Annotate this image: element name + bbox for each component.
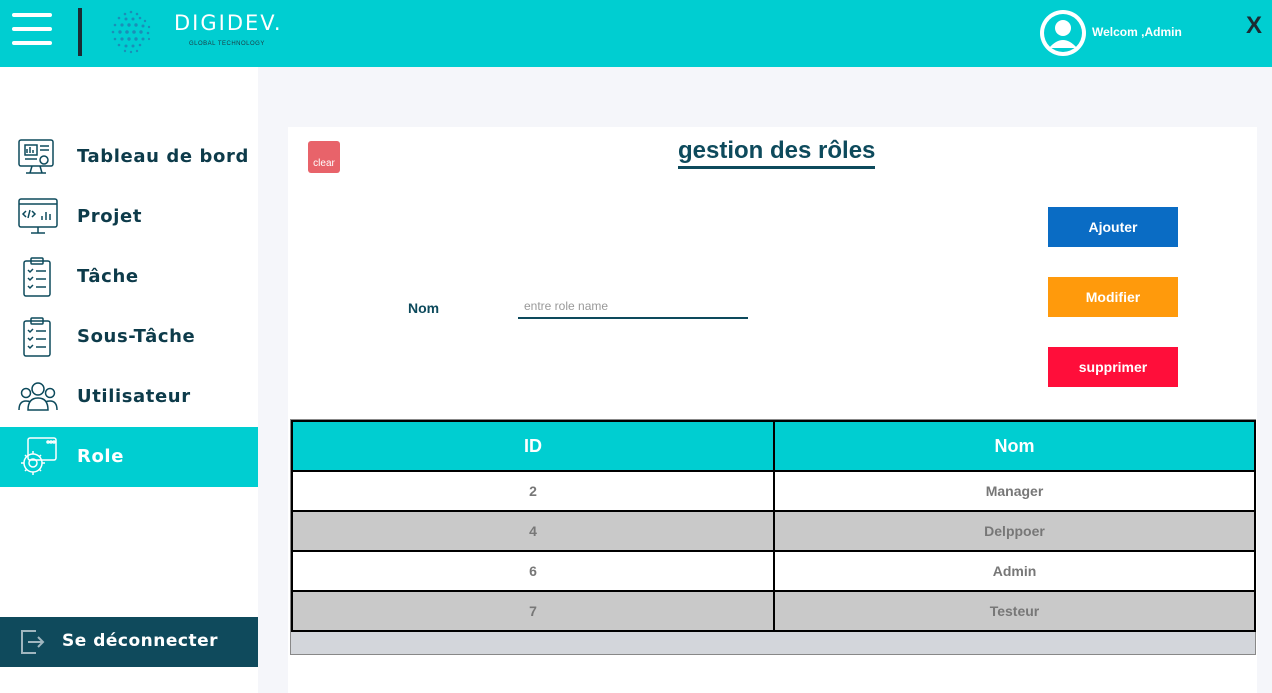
brand-tagline: GLOBAL TECHNOLOGY [189, 41, 265, 47]
sidebar-item-sous-tache[interactable]: Sous-Tâche [0, 307, 258, 367]
avatar-icon[interactable] [1040, 10, 1086, 56]
welcome-text: Welcom ,Admin [1092, 25, 1182, 39]
roles-panel: clear gestion des rôles Nom Ajouter Modi… [288, 127, 1257, 693]
brand-name: DIGIDEV. [174, 11, 283, 35]
nom-input[interactable] [518, 295, 748, 319]
sidebar-item-utilisateur[interactable]: Utilisateur [0, 367, 258, 427]
code-monitor-icon [18, 198, 58, 234]
sidebar-item-projet[interactable]: Projet [0, 187, 258, 247]
cell-nom: Delppoer [773, 510, 1256, 552]
hamburger-menu-icon[interactable] [12, 13, 52, 45]
column-header-nom[interactable]: Nom [773, 420, 1256, 472]
cell-id: 7 [291, 590, 775, 632]
sidebar-item-label: Utilisateur [77, 386, 191, 407]
cell-nom: Testeur [773, 590, 1256, 632]
cell-nom: Manager [773, 470, 1256, 512]
delete-button[interactable]: supprimer [1048, 347, 1178, 387]
sidebar-item-role[interactable]: Role [0, 427, 258, 487]
sidebar-item-tache[interactable]: Tâche [0, 247, 258, 307]
cell-id: 2 [291, 470, 775, 512]
page-title: gestion des rôles [678, 137, 876, 169]
logout-icon [21, 630, 45, 654]
sidebar-item-label: Sous-Tâche [77, 326, 196, 347]
globe-logo-icon [111, 10, 151, 54]
table-row[interactable]: 2 Manager [291, 470, 1256, 512]
column-header-id[interactable]: ID [291, 420, 775, 472]
top-bar: DIGIDEV. GLOBAL TECHNOLOGY Welcom ,Admin… [0, 0, 1272, 67]
sidebar-item-tableau-de-bord[interactable]: Tableau de bord [0, 127, 258, 187]
close-icon[interactable]: X [1246, 12, 1262, 40]
roles-table: ID Nom 2 Manager 4 Delppoer 6 Admin 7 Te… [290, 419, 1256, 655]
table-row[interactable]: 6 Admin [291, 550, 1256, 592]
logout-button[interactable]: Se déconnecter [0, 617, 258, 667]
add-button[interactable]: Ajouter [1048, 207, 1178, 247]
table-row[interactable]: 7 Testeur [291, 590, 1256, 632]
clear-button[interactable]: clear [308, 141, 340, 173]
cell-id: 6 [291, 550, 775, 592]
edit-button[interactable]: Modifier [1048, 277, 1178, 317]
table-header-row: ID Nom [291, 420, 1256, 472]
cell-id: 4 [291, 510, 775, 552]
dashboard-icon [18, 139, 54, 174]
users-icon [18, 382, 58, 411]
clipboard-checklist-icon [23, 317, 51, 357]
sidebar: Tableau de bord Projet Tâche Sous-Tâche … [0, 67, 258, 693]
logout-label: Se déconnecter [62, 631, 218, 651]
clipboard-checklist-icon [23, 257, 51, 297]
sidebar-item-label: Tâche [77, 266, 139, 287]
header-divider [78, 8, 82, 56]
table-row[interactable]: 4 Delppoer [291, 510, 1256, 552]
gear-window-icon [21, 437, 57, 475]
nom-label: Nom [408, 300, 440, 316]
cell-nom: Admin [773, 550, 1256, 592]
sidebar-item-label: Role [77, 446, 125, 467]
sidebar-item-label: Tableau de bord [77, 146, 249, 167]
sidebar-item-label: Projet [77, 206, 143, 227]
